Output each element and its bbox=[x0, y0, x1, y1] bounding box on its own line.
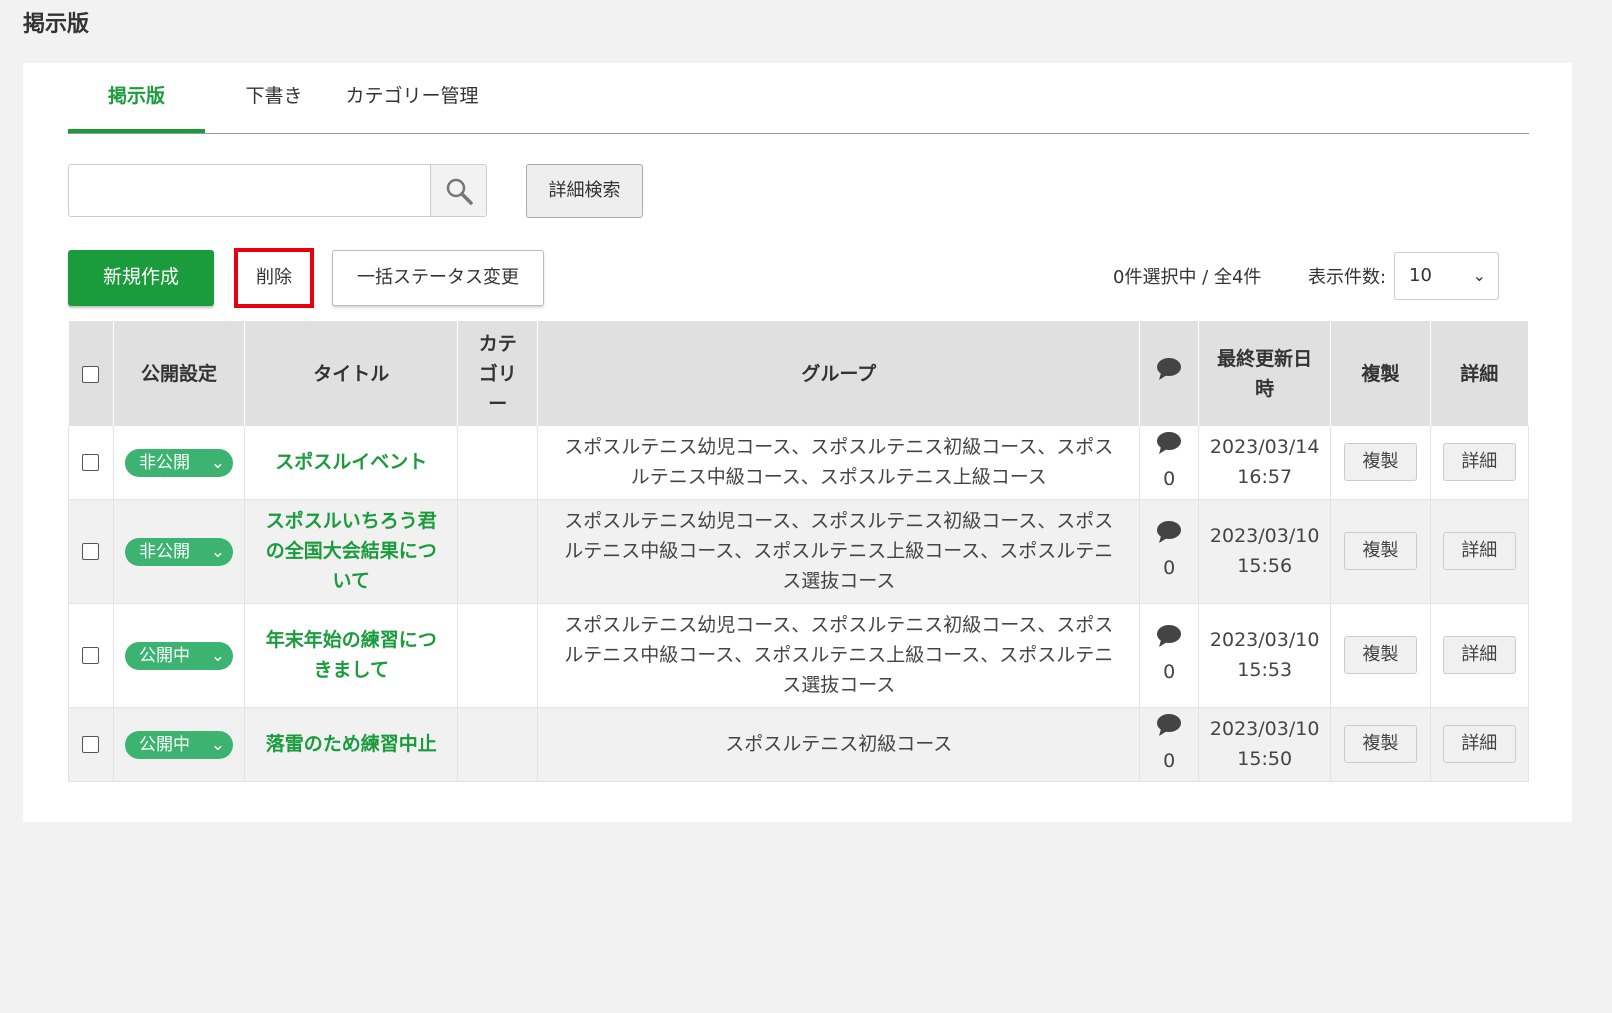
per-page-label: 表示件数: bbox=[1308, 267, 1387, 288]
header-status: 公開設定 bbox=[113, 321, 246, 426]
post-title-link[interactable]: スポスルいちろう君の全国大会結果について bbox=[245, 506, 457, 596]
row-checkbox[interactable] bbox=[82, 454, 100, 472]
search-button[interactable] bbox=[430, 165, 486, 216]
post-title-link[interactable]: 年末年始の練習につきまして bbox=[245, 625, 457, 685]
tab-bulletin[interactable]: 掲示版 bbox=[68, 63, 205, 133]
row-checkbox[interactable] bbox=[82, 647, 100, 664]
advanced-search-button[interactable]: 詳細検索 bbox=[526, 164, 643, 218]
page-title: 掲示版 bbox=[23, 12, 90, 37]
chevron-down-icon: ⌄ bbox=[210, 453, 225, 474]
row-checkbox[interactable] bbox=[82, 543, 100, 560]
status-dropdown[interactable]: 公開中 ⌄ bbox=[124, 642, 233, 670]
header-copy: 複製 bbox=[1330, 321, 1431, 426]
category-cell bbox=[457, 707, 539, 782]
comment-count: 0 bbox=[1163, 556, 1176, 579]
copy-button[interactable]: 複製 bbox=[1343, 725, 1417, 763]
header-comments bbox=[1139, 321, 1200, 426]
status-dropdown[interactable]: 非公開 ⌄ bbox=[124, 538, 233, 566]
table-row: 非公開 ⌄ スポスルいちろう君の全国大会結果について スポスルテニス幼児コース、ス… bbox=[68, 499, 1530, 604]
delete-button[interactable]: 削除 bbox=[234, 248, 314, 308]
comment-icon bbox=[1157, 520, 1182, 543]
comment-count: 0 bbox=[1163, 660, 1176, 683]
updated-datetime: 2023/03/10 15:50 bbox=[1209, 718, 1320, 770]
detail-button[interactable]: 詳細 bbox=[1442, 636, 1516, 674]
category-cell bbox=[457, 499, 539, 604]
header-category: カテゴリー bbox=[457, 321, 539, 426]
chevron-down-icon: ⌄ bbox=[210, 542, 225, 562]
search-icon bbox=[446, 178, 473, 205]
status-label: 公開中 bbox=[138, 646, 190, 666]
select-all-checkbox[interactable] bbox=[82, 365, 100, 383]
status-label: 非公開 bbox=[138, 453, 190, 474]
status-label: 公開中 bbox=[138, 735, 190, 755]
table-row: 非公開 ⌄ スポスルイベント スポスルテニス幼児コース、スポスルテニス初級コース、… bbox=[68, 426, 1530, 500]
chevron-down-icon: ⌄ bbox=[210, 646, 225, 666]
updated-datetime: 2023/03/14 16:57 bbox=[1209, 436, 1320, 489]
main-panel: 掲示版 下書き カテゴリー管理 詳細検索 新規作成 削除 一括ステータス変更 0… bbox=[23, 63, 1572, 822]
search-box bbox=[68, 164, 487, 217]
comment-icon bbox=[1157, 624, 1182, 647]
header-updated: 最終更新日時 bbox=[1198, 321, 1332, 426]
status-dropdown[interactable]: 非公開 ⌄ bbox=[124, 449, 233, 478]
bulk-status-change-button[interactable]: 一括ステータス変更 bbox=[332, 250, 544, 306]
post-title-link[interactable]: 落雷のため練習中止 bbox=[245, 729, 457, 759]
group-text: スポスルテニス初級コース bbox=[725, 733, 953, 755]
group-text: スポスルテニス幼児コース、スポスルテニス初級コース、スポスルテニス中級コース、ス… bbox=[564, 436, 1114, 489]
copy-button[interactable]: 複製 bbox=[1343, 532, 1417, 570]
category-cell bbox=[457, 426, 539, 500]
detail-button[interactable]: 詳細 bbox=[1442, 532, 1516, 570]
status-dropdown[interactable]: 公開中 ⌄ bbox=[124, 731, 233, 759]
table-header-row: 公開設定 タイトル カテゴリー グループ 最終更新日時 複製 詳細 bbox=[68, 321, 1530, 426]
select-all-cell bbox=[68, 321, 114, 426]
post-title-link[interactable]: スポスルイベント bbox=[245, 447, 457, 477]
tab-bar: 掲示版 下書き カテゴリー管理 bbox=[68, 63, 1529, 134]
header-title: タイトル bbox=[244, 321, 459, 426]
selection-count: 0件選択中 / 全4件 bbox=[1113, 267, 1262, 288]
header-detail: 詳細 bbox=[1430, 321, 1530, 426]
posts-table: 公開設定 タイトル カテゴリー グループ 最終更新日時 複製 詳細 非公開 ⌄ bbox=[68, 321, 1530, 782]
comment-count: 0 bbox=[1163, 467, 1176, 490]
copy-button[interactable]: 複製 bbox=[1343, 443, 1417, 482]
tab-category-management[interactable]: カテゴリー管理 bbox=[344, 63, 480, 133]
updated-datetime: 2023/03/10 15:56 bbox=[1209, 525, 1320, 577]
comment-icon bbox=[1157, 358, 1182, 380]
chevron-down-icon: ⌄ bbox=[1472, 266, 1486, 285]
per-page-value: 10 bbox=[1409, 265, 1432, 286]
group-text: スポスルテニス幼児コース、スポスルテニス初級コース、スポスルテニス中級コース、ス… bbox=[564, 614, 1114, 696]
table-row: 公開中 ⌄ 年末年始の練習につきまして スポスルテニス幼児コース、スポスルテニス初… bbox=[68, 603, 1530, 708]
status-label: 非公開 bbox=[138, 542, 190, 562]
comment-icon bbox=[1157, 713, 1182, 736]
group-text: スポスルテニス幼児コース、スポスルテニス初級コース、スポスルテニス中級コース、ス… bbox=[564, 510, 1114, 592]
row-checkbox[interactable] bbox=[82, 736, 100, 753]
comment-count: 0 bbox=[1163, 749, 1176, 772]
search-input[interactable] bbox=[69, 165, 431, 216]
detail-button[interactable]: 詳細 bbox=[1442, 725, 1516, 763]
tab-drafts[interactable]: 下書き bbox=[243, 63, 305, 133]
new-post-button[interactable]: 新規作成 bbox=[68, 250, 214, 306]
header-group: グループ bbox=[537, 321, 1141, 426]
updated-datetime: 2023/03/10 15:53 bbox=[1209, 629, 1320, 681]
chevron-down-icon: ⌄ bbox=[210, 735, 225, 755]
detail-button[interactable]: 詳細 bbox=[1442, 443, 1516, 482]
category-cell bbox=[457, 603, 539, 708]
table-row: 公開中 ⌄ 落雷のため練習中止 スポスルテニス初級コース 0 2023/03/10… bbox=[68, 707, 1530, 782]
per-page-select[interactable]: 10 ⌄ bbox=[1394, 252, 1499, 300]
comment-icon bbox=[1157, 431, 1182, 454]
copy-button[interactable]: 複製 bbox=[1343, 636, 1417, 674]
